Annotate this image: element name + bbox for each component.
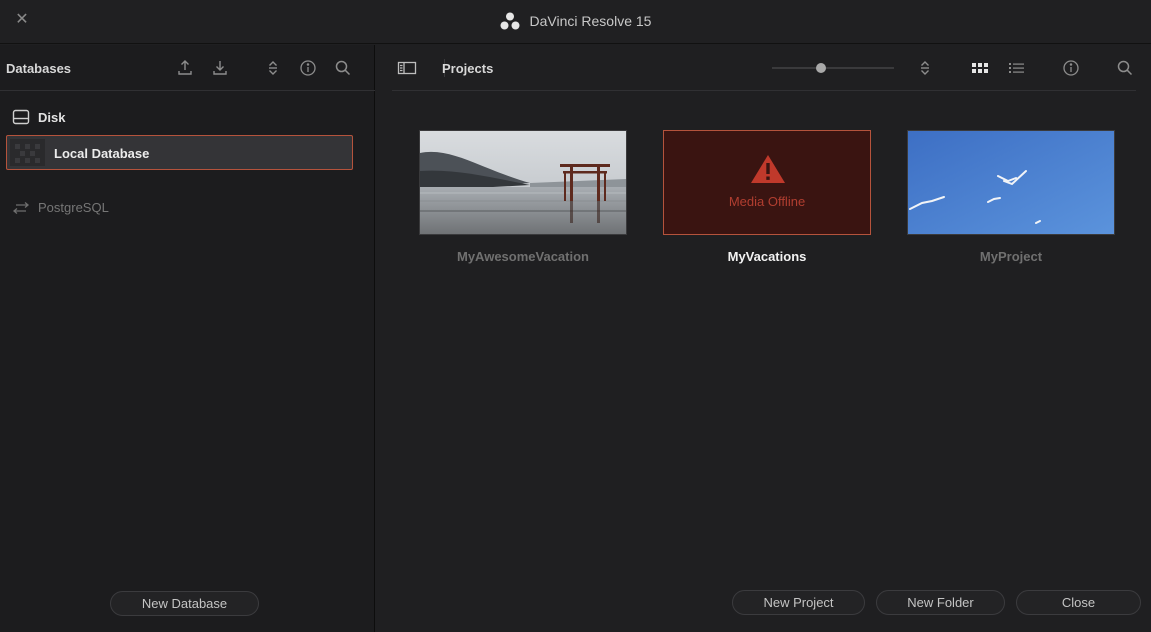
zoom-slider-knob[interactable] [815, 63, 826, 73]
list-view-icon[interactable] [1007, 58, 1027, 78]
search-icon[interactable] [1115, 58, 1135, 78]
postgresql-label: PostgreSQL [38, 200, 109, 215]
databases-toolbar: Databases [0, 45, 375, 91]
grid-view-icon[interactable] [970, 58, 990, 78]
project-name: MyProject [979, 249, 1043, 264]
databases-panel: Databases Disk Local Database PostgreSQL… [0, 45, 375, 632]
media-offline-text: Media Offline [728, 194, 806, 209]
database-item-local[interactable]: Local Database [6, 135, 353, 170]
warning-icon [751, 155, 785, 183]
projects-title: Projects [442, 61, 494, 76]
disk-group-label: Disk [38, 110, 66, 125]
new-database-button[interactable]: New Database [110, 591, 259, 616]
project-card-myproject[interactable]: MyProject [907, 130, 1115, 264]
torii-gate-photo [420, 131, 626, 234]
upload-icon[interactable] [175, 58, 195, 78]
new-project-button[interactable]: New Project [732, 590, 865, 615]
info-icon[interactable] [1061, 58, 1081, 78]
title-bar: ✕ DaVinci Resolve 15 [0, 0, 1151, 44]
search-icon[interactable] [333, 58, 353, 78]
thumbnail-zoom-slider[interactable] [772, 63, 894, 73]
project-thumbnail [907, 130, 1115, 235]
project-name: MyAwesomeVacation [457, 249, 589, 264]
projects-toolbar: Projects [392, 45, 1136, 91]
download-icon[interactable] [210, 58, 230, 78]
seagulls-sky-photo [908, 131, 1114, 234]
connection-arrows-icon [12, 202, 30, 214]
project-thumbnail: Media Offline [663, 130, 871, 235]
info-icon[interactable] [298, 58, 318, 78]
app-title: DaVinci Resolve 15 [0, 12, 1151, 30]
davinci-logo-icon [500, 12, 520, 30]
project-name: MyVacations [727, 249, 807, 264]
project-card-myawesomevacation[interactable]: MyAwesomeVacation [419, 130, 627, 264]
projects-panel: Projects MyAwesomeVacation Media Offline… [376, 45, 1151, 632]
databases-title: Databases [6, 61, 72, 76]
sort-icon[interactable] [263, 58, 283, 78]
database-item-label: Local Database [54, 146, 150, 161]
disk-icon [12, 109, 30, 125]
close-button[interactable]: Close [1016, 590, 1141, 615]
project-card-myvacations[interactable]: Media Offline MyVacations [663, 130, 871, 264]
new-folder-button[interactable]: New Folder [876, 590, 1005, 615]
sort-icon[interactable] [915, 58, 935, 78]
app-title-text: DaVinci Resolve 15 [529, 13, 652, 29]
sidebar-toggle-icon[interactable] [397, 58, 417, 78]
project-thumbnail [419, 130, 627, 235]
disk-group-header[interactable]: Disk [12, 109, 65, 129]
postgresql-group-header[interactable]: PostgreSQL [12, 200, 109, 215]
database-thumbnail [10, 139, 45, 166]
media-offline-thumbnail: Media Offline [664, 131, 870, 234]
